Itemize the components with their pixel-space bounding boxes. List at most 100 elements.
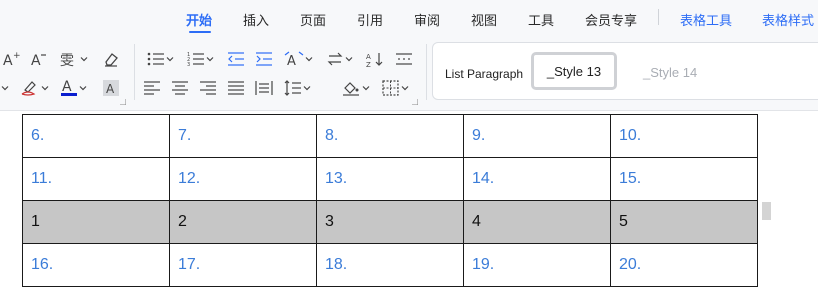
chevron-down-icon: [166, 55, 174, 63]
chevron-down-icon: [305, 55, 313, 63]
table-cell[interactable]: 1: [22, 200, 170, 244]
font-group-launcher-icon[interactable]: [120, 99, 126, 105]
row-end-marker[interactable]: [762, 202, 771, 220]
data-table: 6. 7. 8. 9. 10. 11. 12. 13. 14. 15. 1 2 3 4 5 16. 17. 18.…: [22, 114, 758, 287]
table-cell[interactable]: 17.: [169, 243, 317, 287]
table-cell[interactable]: 11.: [22, 157, 170, 201]
sort-button[interactable]: AZ: [366, 49, 384, 69]
tab-references[interactable]: 引用: [357, 10, 383, 29]
style-13-selected[interactable]: _Style 13: [531, 52, 617, 90]
font-dropdown-caret[interactable]: [0, 78, 9, 98]
line-spacing-icon: [284, 80, 302, 96]
phonetic-guide-button[interactable]: 雯: [59, 49, 88, 69]
borders-icon: [382, 80, 400, 96]
decrease-indent-icon: [227, 51, 245, 67]
align-center-button[interactable]: [171, 78, 189, 98]
clear-format-button[interactable]: [102, 49, 120, 69]
align-right-icon: [199, 80, 217, 96]
tab-member[interactable]: 会员专享: [585, 10, 637, 29]
paragraph-direction-button[interactable]: [326, 49, 353, 69]
decrease-indent-button[interactable]: [227, 49, 245, 69]
svg-text:3: 3: [187, 62, 190, 67]
menu-tab-bar: 开始 插入 页面 引用 审阅 视图 工具 会员专享 表格工具 表格样式: [0, 0, 818, 36]
table-cell[interactable]: 2: [169, 200, 317, 244]
font-color-icon: A: [60, 78, 78, 98]
character-shading-button[interactable]: A: [102, 78, 120, 98]
table-cell[interactable]: 14.: [463, 157, 611, 201]
align-left-icon: [143, 80, 161, 96]
justify-button[interactable]: [227, 78, 245, 98]
chevron-down-icon: [80, 55, 88, 63]
tab-insert[interactable]: 插入: [243, 10, 269, 29]
chevron-down-icon: [345, 55, 353, 63]
tab-view[interactable]: 视图: [471, 10, 497, 29]
tab-tools[interactable]: 工具: [528, 10, 554, 29]
character-shading-icon: A: [102, 79, 120, 97]
table-cell[interactable]: 19.: [463, 243, 611, 287]
table-cell[interactable]: 13.: [316, 157, 464, 201]
svg-text:A: A: [3, 53, 13, 68]
style-14[interactable]: _Style 14: [643, 65, 697, 80]
borders-button[interactable]: [382, 78, 409, 98]
table-cell[interactable]: 12.: [169, 157, 317, 201]
align-right-button[interactable]: [199, 78, 217, 98]
bullets-button[interactable]: [147, 49, 174, 69]
text-direction-icon: A: [284, 51, 304, 67]
table-cell[interactable]: 9.: [463, 114, 611, 158]
table-cell[interactable]: 18.: [316, 243, 464, 287]
table-cell[interactable]: 16.: [22, 243, 170, 287]
sort-icon: AZ: [366, 51, 384, 67]
chevron-down-icon: [1, 84, 9, 92]
table-row: 11. 12. 13. 14. 15.: [22, 157, 758, 201]
svg-text:雯: 雯: [60, 53, 74, 68]
line-spacing-button[interactable]: [284, 78, 311, 98]
highlight-icon: [20, 79, 40, 97]
increase-indent-button[interactable]: [255, 49, 273, 69]
tab-home[interactable]: 开始: [186, 10, 212, 29]
distributed-button[interactable]: [395, 49, 413, 69]
tab-review[interactable]: 审阅: [414, 10, 440, 29]
paragraph-group-launcher-icon[interactable]: [412, 99, 418, 105]
decrease-font-button[interactable]: A: [30, 49, 48, 69]
distributed-align-icon: [255, 80, 273, 96]
wps-writer-window: 开始 插入 页面 引用 审阅 视图 工具 会员专享 表格工具 表格样式 A + A…: [0, 0, 818, 301]
table-row: 6. 7. 8. 9. 10.: [22, 114, 758, 158]
align-left-button[interactable]: [143, 78, 161, 98]
increase-font-button[interactable]: A +: [2, 49, 20, 69]
svg-text:Z: Z: [366, 61, 371, 67]
ribbon-divider: [426, 44, 427, 100]
swap-direction-icon: [326, 51, 344, 67]
table-cell[interactable]: 5: [610, 200, 758, 244]
table-cell[interactable]: 8.: [316, 114, 464, 158]
text-direction-button[interactable]: A: [284, 49, 313, 69]
highlight-button[interactable]: [20, 78, 49, 98]
document-page: 6. 7. 8. 9. 10. 11. 12. 13. 14. 15. 1 2 3 4 5 16. 17. 18.…: [0, 111, 818, 301]
tab-divider: [658, 9, 659, 25]
table-cell[interactable]: 7.: [169, 114, 317, 158]
paint-bucket-icon: [341, 79, 361, 97]
table-cell[interactable]: 4: [463, 200, 611, 244]
increase-indent-icon: [255, 51, 273, 67]
chevron-down-icon: [79, 84, 87, 92]
chevron-down-icon: [362, 84, 370, 92]
numbering-button[interactable]: 123: [187, 49, 214, 69]
svg-text:A: A: [31, 53, 41, 68]
table-cell[interactable]: 3: [316, 200, 464, 244]
distributed-align-button[interactable]: [255, 78, 273, 98]
table-row: 12345: [22, 200, 758, 244]
table-cell[interactable]: 15.: [610, 157, 758, 201]
svg-text:A: A: [366, 53, 371, 61]
table-cell[interactable]: 10.: [610, 114, 758, 158]
shading-button[interactable]: [341, 78, 370, 98]
tab-table-style[interactable]: 表格样式: [762, 10, 814, 29]
svg-text:A: A: [106, 82, 115, 96]
svg-text:+: +: [13, 51, 20, 61]
table-cell[interactable]: 6.: [22, 114, 170, 158]
tab-table-tools[interactable]: 表格工具: [680, 10, 732, 29]
font-color-button[interactable]: A: [60, 78, 87, 98]
style-list-paragraph[interactable]: List Paragraph: [445, 67, 523, 81]
tab-page[interactable]: 页面: [300, 10, 326, 29]
svg-text:A: A: [62, 79, 72, 95]
svg-text:A: A: [287, 54, 296, 67]
table-cell[interactable]: 20.: [610, 243, 758, 287]
